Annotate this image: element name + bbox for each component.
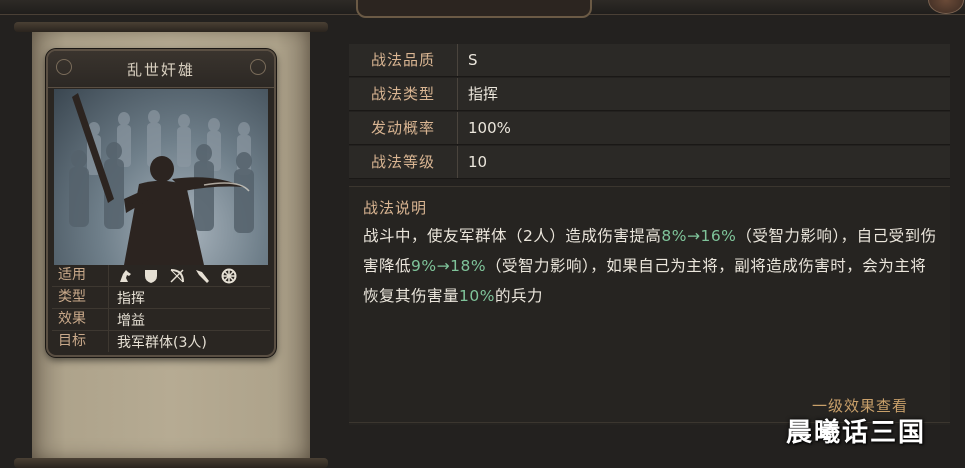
card-info-table: 适用 类型 指挥 效果 增益 目标 我军群体(3人) xyxy=(52,265,270,352)
card-row-applicable: 适用 xyxy=(52,265,270,287)
card-row-value: 指挥 xyxy=(117,290,145,307)
card-header: 乱世奸雄 xyxy=(48,51,274,88)
attr-label: 战法品质 xyxy=(349,44,458,76)
card-row-label: 效果 xyxy=(52,309,109,330)
spear-icon xyxy=(195,268,211,284)
card-row-label: 类型 xyxy=(52,287,109,308)
card-row-type: 类型 指挥 xyxy=(52,287,270,309)
attr-value: 100% xyxy=(468,119,511,137)
attr-row-type: 战法类型 指挥 xyxy=(349,78,950,111)
description-segment: 的兵力 xyxy=(494,287,543,305)
attr-label: 发动概率 xyxy=(349,112,458,144)
attr-value: 10 xyxy=(468,153,488,171)
scroll-rod-top xyxy=(14,22,328,32)
bow-icon xyxy=(169,268,185,284)
card-row-target: 目标 我军群体(3人) xyxy=(52,331,270,352)
description-highlight: 9%→18% xyxy=(411,257,487,275)
card-row-label: 适用 xyxy=(52,265,109,286)
attr-value: 指挥 xyxy=(468,85,499,103)
description-highlight: 8%→16% xyxy=(661,227,737,245)
attr-row-probability: 发动概率 100% xyxy=(349,112,950,145)
attr-value: S xyxy=(468,51,478,69)
attr-label: 战法类型 xyxy=(349,78,458,110)
description-text: 战斗中，使友军群体（2人）造成伤害提高8%→16%（受智力影响），自己受到伤害降… xyxy=(363,221,938,311)
siege-wheel-icon xyxy=(221,268,237,284)
card-row-value: 我军群体(3人) xyxy=(117,334,207,351)
card-row-value: 增益 xyxy=(117,312,145,329)
card-row-label: 目标 xyxy=(52,331,109,352)
tactic-description-box: 战法说明 战斗中，使友军群体（2人）造成伤害提高8%→16%（受智力影响），自己… xyxy=(349,186,950,425)
attr-row-level: 战法等级 10 xyxy=(349,146,950,179)
title-plaque xyxy=(356,0,592,18)
watermark-text: 晨曦话三国 xyxy=(786,418,927,448)
shield-icon xyxy=(143,268,159,284)
card-title: 乱世奸雄 xyxy=(126,61,195,79)
description-title: 战法说明 xyxy=(363,199,428,217)
card-row-effect: 效果 增益 xyxy=(52,309,270,331)
description-highlight: 10% xyxy=(459,287,495,305)
card-artwork xyxy=(54,89,268,265)
attr-row-quality: 战法品质 S xyxy=(349,44,950,77)
description-segment: 战斗中，使友军群体（2人）造成伤害提高 xyxy=(363,227,662,245)
ornament-right-icon xyxy=(250,59,266,75)
attr-label: 战法等级 xyxy=(349,146,458,178)
tactic-card: 乱世奸雄 适用 类型 指挥 效果 增益 目标 我军群体(3人) xyxy=(46,49,276,357)
unit-type-icons xyxy=(109,268,237,284)
warlord-silhouette-illustration xyxy=(69,93,254,265)
cavalry-icon xyxy=(117,268,133,284)
